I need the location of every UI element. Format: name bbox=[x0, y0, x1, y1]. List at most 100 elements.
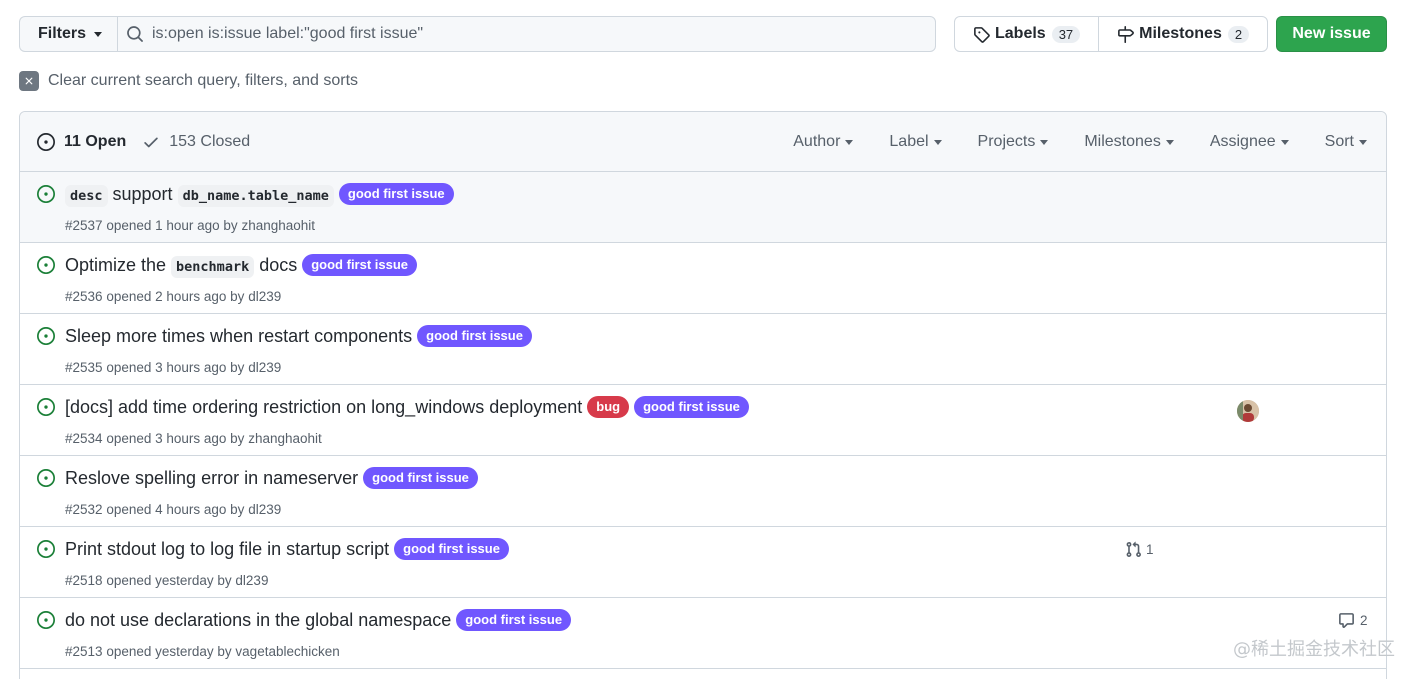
labels-button[interactable]: Labels 37 bbox=[955, 17, 1098, 51]
assignee-avatar[interactable] bbox=[1237, 400, 1259, 422]
issue-author-link[interactable]: vagetablechicken bbox=[235, 644, 339, 659]
issue-label[interactable]: bug bbox=[587, 396, 630, 418]
issue-label[interactable]: good first issue bbox=[417, 325, 532, 347]
issue-author-link[interactable]: dl239 bbox=[248, 289, 281, 304]
issue-author-link[interactable]: dl239 bbox=[248, 502, 281, 517]
assignee-filter-dropdown[interactable]: Assignee bbox=[1210, 133, 1289, 151]
issue-label[interactable]: good first issue bbox=[456, 609, 572, 631]
chevron-down-icon bbox=[1359, 139, 1367, 145]
search-box[interactable] bbox=[117, 16, 936, 52]
issue-row[interactable]: Print stdout log to log file in startup … bbox=[20, 527, 1386, 598]
milestones-count-badge: 2 bbox=[1227, 25, 1250, 43]
clear-filters-label: Clear current search query, filters, and… bbox=[48, 72, 359, 89]
issue-meta: #2537 opened 1 hour ago by zhanghaohit bbox=[65, 218, 315, 233]
issue-opened-text: opened 2 hours ago by bbox=[106, 289, 245, 304]
issue-row[interactable]: Reslove spelling error in nameserver good… bbox=[20, 456, 1386, 527]
git-pull-request-icon bbox=[1126, 541, 1141, 557]
issue-row[interactable]: [docs] add time ordering restriction on … bbox=[20, 385, 1386, 456]
filters-label: Filters bbox=[38, 25, 87, 42]
issue-meta: #2534 opened 3 hours ago by zhanghaohit bbox=[65, 431, 322, 446]
issue-title-line: do not use declarations in the global na… bbox=[65, 609, 572, 631]
issue-author-link[interactable]: dl239 bbox=[248, 360, 281, 375]
new-issue-button[interactable]: New issue bbox=[1276, 16, 1387, 52]
issue-label[interactable]: good first issue bbox=[394, 538, 509, 560]
issue-opened-icon bbox=[37, 540, 55, 561]
author-filter-dropdown[interactable]: Author bbox=[793, 133, 854, 151]
title-text: Optimize the bbox=[65, 254, 172, 275]
issue-label[interactable]: good first issue bbox=[363, 467, 478, 489]
sort-label: Sort bbox=[1324, 133, 1354, 150]
issue-opened-text: opened 4 hours ago by bbox=[106, 502, 245, 517]
filters-dropdown-button[interactable]: Filters bbox=[19, 16, 117, 52]
issue-row[interactable]: Optimize the benchmark docs good first is… bbox=[20, 243, 1386, 314]
chevron-down-icon bbox=[1040, 139, 1049, 145]
issue-opened-text: opened 3 hours ago by bbox=[106, 360, 245, 375]
issue-title-link[interactable]: Print stdout log to log file in startup … bbox=[65, 539, 389, 560]
milestones-button[interactable]: Milestones 2 bbox=[1098, 17, 1267, 51]
issues-list-box: 11 Open 153 Closed Author Label Projects… bbox=[19, 111, 1387, 679]
issues-toolbar: Filters Labels 37 Milestones 2 New issue bbox=[19, 16, 1387, 52]
label-filter-dropdown[interactable]: Label bbox=[889, 133, 942, 151]
label-filter-label: Label bbox=[889, 133, 929, 150]
comment-icon bbox=[1339, 613, 1354, 628]
issue-number: #2537 bbox=[65, 218, 103, 233]
issue-author-link[interactable]: zhanghaohit bbox=[241, 218, 315, 233]
open-issues-tab[interactable]: 11 Open bbox=[37, 132, 127, 151]
title-text: [docs] add time ordering restriction on … bbox=[65, 396, 583, 417]
chevron-down-icon bbox=[933, 139, 942, 145]
issue-meta: #2513 opened yesterday by vagetablechick… bbox=[65, 644, 340, 659]
issue-title-line: Print stdout log to log file in startup … bbox=[65, 538, 509, 560]
search-input[interactable] bbox=[152, 25, 912, 43]
issue-title-line: [docs] add time ordering restriction on … bbox=[65, 396, 749, 418]
issue-title-link[interactable]: Reslove spelling error in nameserver bbox=[65, 468, 358, 489]
comments-link[interactable]: 2 bbox=[1338, 612, 1368, 629]
inline-code: db_name.table_name bbox=[177, 184, 334, 207]
issue-number: #2513 bbox=[65, 644, 103, 659]
issue-opened-icon bbox=[37, 132, 55, 151]
watermark: @稀土掘金技术社区 bbox=[1233, 639, 1395, 660]
issue-opened-text: opened 3 hours ago by bbox=[106, 431, 245, 446]
issue-title-link[interactable]: Sleep more times when restart components bbox=[65, 326, 412, 347]
open-count-label: 11 Open bbox=[64, 132, 127, 150]
tag-icon bbox=[974, 26, 990, 43]
issue-row[interactable]: Sleep more times when restart components… bbox=[20, 314, 1386, 385]
issue-meta: #2535 opened 3 hours ago by dl239 bbox=[65, 360, 281, 375]
chevron-down-icon bbox=[1165, 139, 1174, 145]
title-text: Print stdout log to log file in startup … bbox=[65, 538, 390, 559]
closed-issues-tab[interactable]: 153 Closed bbox=[142, 133, 250, 151]
issue-meta: #2532 opened 4 hours ago by dl239 bbox=[65, 502, 281, 517]
issue-title-line: desc support db_name.table_name good firs… bbox=[65, 183, 454, 207]
milestones-label: Milestones bbox=[1139, 25, 1222, 42]
issue-opened-icon bbox=[37, 398, 55, 419]
chevron-down-icon bbox=[845, 139, 854, 145]
issue-author-link[interactable]: zhanghaohit bbox=[248, 431, 322, 446]
issue-label[interactable]: good first issue bbox=[338, 183, 454, 205]
issue-number: #2532 bbox=[65, 502, 103, 517]
issue-opened-text: opened 1 hour ago by bbox=[106, 218, 238, 233]
issue-title-link[interactable]: desc support db_name.table_name bbox=[65, 184, 334, 207]
author-filter-label: Author bbox=[793, 133, 841, 150]
linked-pr-count: 1 bbox=[1146, 542, 1154, 557]
issue-label[interactable]: good first issue bbox=[302, 254, 418, 276]
issue-opened-icon bbox=[37, 327, 55, 348]
milestones-filter-dropdown[interactable]: Milestones bbox=[1084, 133, 1174, 151]
issue-number: #2534 bbox=[65, 431, 103, 446]
issue-row[interactable]: desc support db_name.table_name good firs… bbox=[20, 172, 1386, 243]
issue-author-link[interactable]: dl239 bbox=[235, 573, 268, 588]
issue-title-link[interactable]: [docs] add time ordering restriction on … bbox=[65, 397, 582, 418]
projects-filter-dropdown[interactable]: Projects bbox=[978, 133, 1049, 151]
issue-title-link[interactable]: Optimize the benchmark docs bbox=[65, 254, 298, 278]
title-text: Sleep more times when restart components bbox=[65, 325, 413, 346]
issue-label[interactable]: good first issue bbox=[634, 396, 749, 418]
title-text: Reslove spelling error in nameserver bbox=[65, 467, 359, 488]
issue-number: #2535 bbox=[65, 360, 103, 375]
issue-title-link[interactable]: do not use declarations in the global na… bbox=[65, 610, 451, 631]
sort-dropdown[interactable]: Sort bbox=[1325, 133, 1367, 151]
title-text: docs bbox=[254, 254, 298, 275]
labels-milestones-group: Labels 37 Milestones 2 bbox=[954, 16, 1269, 52]
issue-row[interactable]: do not use declarations in the global na… bbox=[20, 598, 1386, 669]
clear-filters-link[interactable]: Clear current search query, filters, and… bbox=[19, 71, 358, 91]
closed-count-label: 153 Closed bbox=[169, 132, 251, 150]
linked-pull-requests[interactable]: 1 bbox=[1125, 541, 1154, 558]
issue-number: #2518 bbox=[65, 573, 103, 588]
